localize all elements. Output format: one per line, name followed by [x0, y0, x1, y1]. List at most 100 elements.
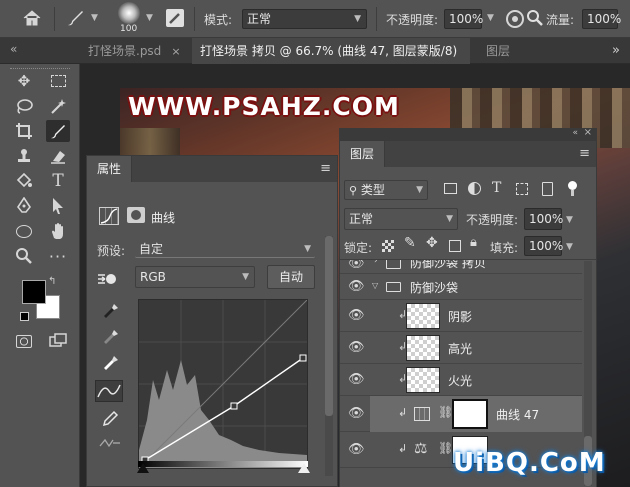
chevron-right-icon[interactable]: › [374, 260, 378, 266]
eye-icon[interactable]: 👁︎ [348, 260, 365, 271]
lock-transparent-icon[interactable] [382, 240, 394, 252]
crop-tool-icon[interactable] [12, 120, 36, 142]
layer-row[interactable]: 👁︎ ↲ 高光 [340, 332, 582, 364]
blend-mode-dropdown[interactable]: 正常 ▼ [344, 208, 458, 230]
lock-label: 锁定: [344, 241, 373, 255]
path-selection-tool-icon[interactable] [46, 195, 70, 217]
mask-icon[interactable] [127, 207, 145, 223]
edit-points-curve-icon[interactable] [95, 380, 123, 402]
black-point-slider[interactable] [137, 463, 149, 473]
layer-opacity-input[interactable]: 100% [524, 208, 563, 230]
tab-label: 打怪场景.psd [88, 44, 162, 58]
eye-icon[interactable]: 👁︎ [348, 279, 365, 294]
more-tools-icon[interactable]: ··· [46, 245, 70, 267]
filter-type-icon[interactable]: T [492, 180, 501, 196]
chain-link-icon[interactable]: ⛓︎ [438, 405, 453, 419]
pressure-opacity-icon[interactable] [505, 9, 525, 29]
filter-shape-icon[interactable] [516, 183, 528, 195]
sample-white-point-icon[interactable] [101, 353, 119, 371]
smooth-curve-icon[interactable] [99, 436, 121, 450]
draw-curve-pencil-icon[interactable] [101, 410, 119, 428]
filter-adjustment-icon[interactable] [468, 182, 481, 195]
panel-menu-icon[interactable]: ≡ [579, 146, 590, 161]
screen-mode-icon[interactable] [46, 330, 70, 352]
preset-dropdown[interactable]: 自定 ▼ [135, 240, 315, 258]
filter-toggle-icon[interactable] [568, 181, 577, 190]
eye-icon[interactable]: 👁︎ [348, 442, 365, 457]
chevron-down-icon: ▼ [242, 272, 249, 282]
sample-black-point-icon[interactable] [101, 301, 119, 319]
curves-graph[interactable] [138, 299, 308, 469]
tab-document-1[interactable]: 打怪场景.psd × [80, 38, 192, 64]
opacity-chevron-icon[interactable]: ▼ [487, 13, 494, 23]
layer-filter-dropdown[interactable]: ⚲ 类型 ▼ [344, 180, 428, 200]
white-point-slider[interactable] [298, 463, 310, 473]
layer-row[interactable]: 👁︎ › 防御沙袋 拷贝 [340, 260, 582, 274]
brush-preset-chevron-icon[interactable]: ▼ [91, 13, 98, 23]
channel-value: RGB [140, 270, 166, 284]
eye-icon[interactable]: 👁︎ [348, 406, 365, 421]
close-panel-icon[interactable]: × [584, 127, 592, 138]
stamp-tool-icon[interactable] [12, 145, 36, 167]
foreground-color-swatch[interactable] [22, 280, 46, 304]
eye-icon[interactable]: 👁︎ [348, 340, 365, 355]
auto-button[interactable]: 自动 [267, 265, 315, 289]
marquee-tool-icon[interactable] [46, 70, 70, 92]
on-image-adjust-icon[interactable] [97, 270, 119, 288]
fill-chevron-icon[interactable]: ▼ [566, 242, 573, 252]
tabs-overflow-icon[interactable]: » [612, 43, 620, 58]
type-tool-icon[interactable]: T [46, 170, 70, 192]
collapse-panel-icon[interactable]: « [572, 128, 578, 138]
default-colors-icon[interactable] [20, 312, 29, 321]
lock-image-icon[interactable]: ✎ [404, 235, 416, 251]
mode-dropdown[interactable]: 正常 ▼ [242, 9, 367, 29]
tab-document-3[interactable]: 图层 1532364.psb× [478, 38, 608, 84]
eye-icon[interactable]: 👁︎ [348, 372, 365, 387]
lock-position-icon[interactable]: ✥ [426, 235, 438, 251]
layer-row[interactable]: 👁︎ ↲ 火光 [340, 364, 582, 396]
zoom-tool-icon[interactable] [12, 245, 36, 267]
fill-input[interactable]: 100% [524, 236, 563, 256]
channel-dropdown[interactable]: RGB ▼ [135, 266, 255, 288]
pen-tool-icon[interactable] [12, 195, 36, 217]
layer-row[interactable]: 👁︎ ▽ 防御沙袋 [340, 274, 582, 300]
tab-layers[interactable]: 图层 [340, 141, 386, 167]
chevron-down-icon[interactable]: ▽ [372, 281, 378, 290]
filter-pixel-icon[interactable] [444, 183, 457, 194]
layer-opacity-chevron-icon[interactable]: ▼ [566, 215, 573, 225]
lasso-tool-icon[interactable] [12, 95, 36, 117]
close-icon[interactable]: × [171, 45, 180, 58]
chain-link-icon[interactable]: ⛓︎ [438, 441, 453, 455]
tab-properties[interactable]: 属性 [87, 156, 133, 182]
opacity-input[interactable]: 100% [444, 9, 483, 29]
properties-scrollbar[interactable] [325, 236, 333, 476]
ellipse-tool-icon[interactable] [12, 220, 36, 242]
eye-icon[interactable]: 👁︎ [348, 308, 365, 323]
layer-mask-thumbnail[interactable] [452, 399, 488, 429]
filter-smart-object-icon[interactable] [542, 182, 553, 196]
lock-all-icon[interactable]: 🔒︎ [470, 235, 477, 250]
paint-bucket-tool-icon[interactable] [12, 170, 36, 192]
tab-document-2[interactable]: 打怪场景 拷贝 @ 66.7% (曲线 47, 图层蒙版/8) *× [192, 38, 470, 84]
panel-menu-icon[interactable]: ≡ [320, 161, 331, 176]
brush-settings-icon[interactable] [166, 9, 184, 27]
lock-artboard-icon[interactable] [449, 240, 461, 252]
flow-input[interactable]: 100% [582, 9, 621, 29]
layer-row-selected[interactable]: 👁︎ ↲ ⛓︎ 曲线 47 [340, 396, 582, 432]
swap-colors-icon[interactable]: ↰ [48, 276, 56, 287]
home-icon[interactable] [22, 9, 42, 27]
document-tab-bar: « 打怪场景.psd × 打怪场景 拷贝 @ 66.7% (曲线 47, 图层蒙版… [0, 38, 630, 84]
layer-row[interactable]: 👁︎ ↲ 阴影 [340, 300, 582, 332]
brush-size-chevron-icon[interactable]: ▼ [146, 13, 153, 23]
search-icon[interactable] [526, 9, 544, 27]
magic-wand-tool-icon[interactable] [46, 95, 70, 117]
collapse-left-icon[interactable]: « [10, 42, 17, 56]
brush-preview-icon[interactable] [118, 2, 140, 24]
brush-tool-icon[interactable] [46, 120, 70, 142]
eraser-tool-icon[interactable] [46, 145, 70, 167]
sample-gray-point-icon[interactable] [101, 327, 119, 345]
quick-mask-icon[interactable] [12, 330, 36, 352]
move-tool-icon[interactable]: ✥ [12, 70, 36, 92]
brush-tool-icon[interactable] [64, 8, 86, 28]
hand-tool-icon[interactable] [46, 220, 70, 242]
